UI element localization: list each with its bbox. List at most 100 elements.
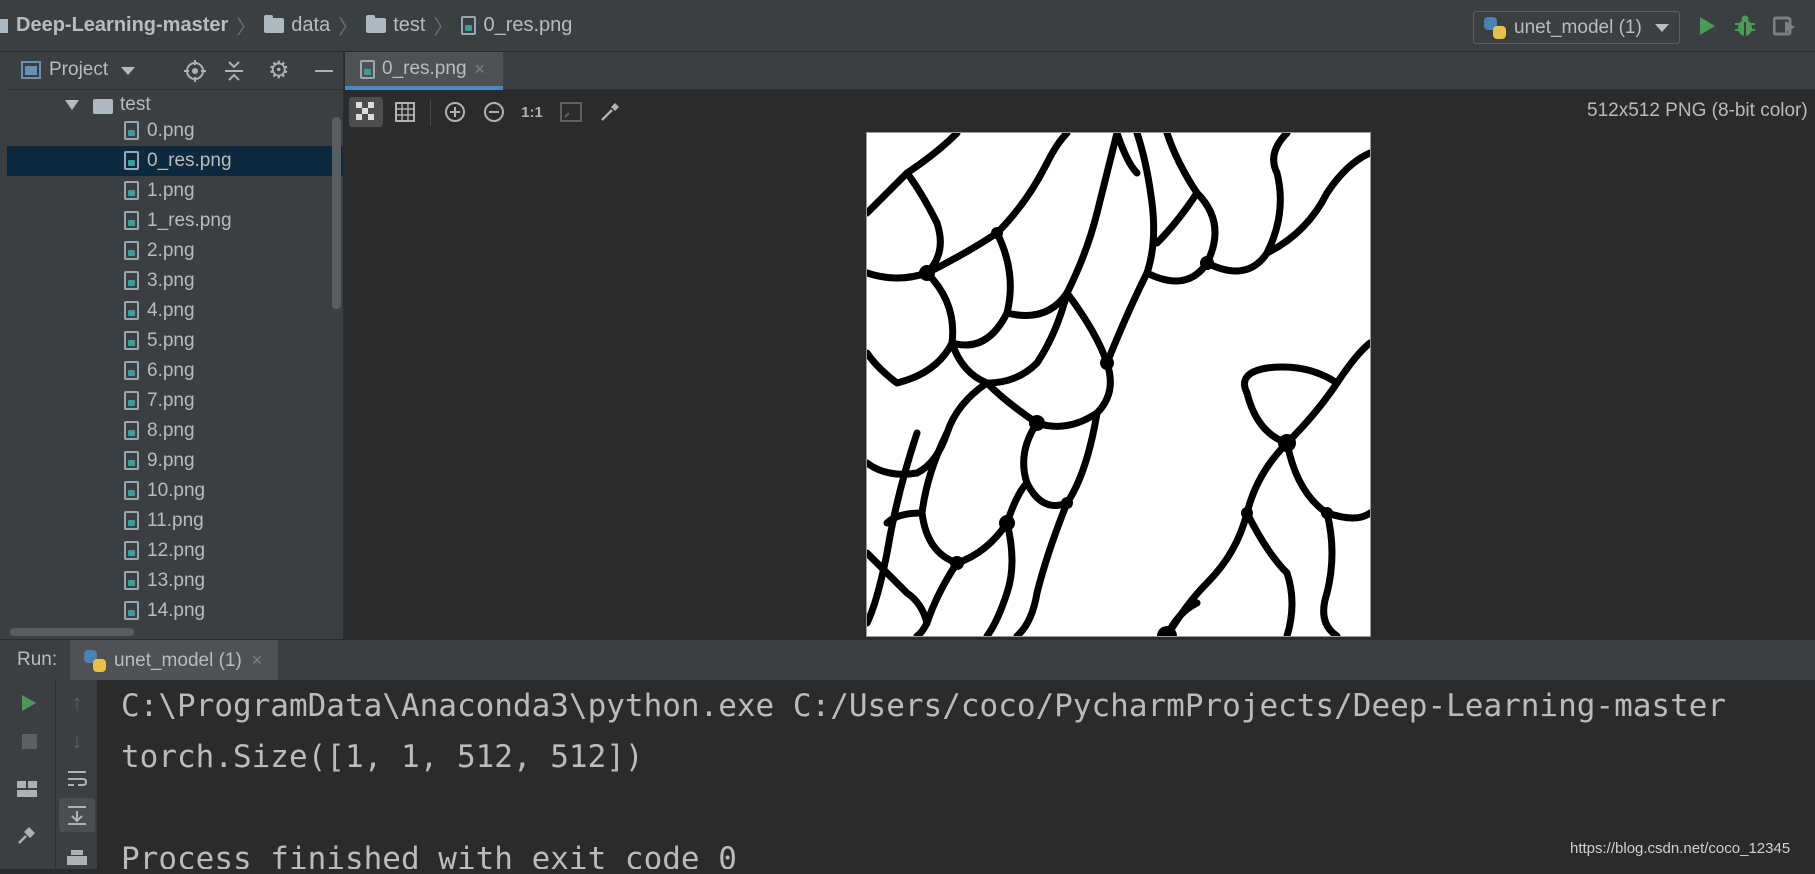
run-tab-unet-model[interactable]: unet_model (1) × — [70, 640, 278, 681]
pin-icon — [18, 827, 35, 844]
image-file-icon — [124, 301, 139, 320]
locate-icon[interactable] — [184, 60, 206, 82]
tree-file-label: 7.png — [147, 390, 195, 411]
actual-size-button[interactable]: 1:1 — [515, 97, 549, 127]
tree-file-item[interactable]: 9.png — [7, 446, 343, 476]
image-file-icon — [124, 511, 139, 530]
grid-toggle[interactable] — [388, 97, 422, 127]
tree-file-label: 2.png — [147, 240, 195, 261]
image-file-icon — [124, 421, 139, 440]
tree-file-item[interactable]: 0.png — [7, 116, 343, 146]
gear-icon[interactable]: ⚙ — [268, 56, 290, 85]
run-console[interactable]: C:\ProgramData\Anaconda3\python.exe C:/U… — [97, 680, 1815, 869]
tree-file-label: 1.png — [147, 180, 195, 201]
soft-wrap-button[interactable] — [62, 764, 92, 794]
up-arrow-icon[interactable]: ↑ — [62, 688, 92, 718]
tab-label: 0_res.png — [382, 58, 467, 79]
run-configuration-select[interactable]: unet_model (1) — [1473, 11, 1680, 44]
minimize-icon[interactable] — [315, 70, 333, 72]
tree-file-item[interactable]: 5.png — [7, 326, 343, 356]
python-icon — [84, 649, 106, 672]
tree-file-label: 9.png — [147, 450, 195, 471]
run-button[interactable] — [1700, 17, 1715, 35]
watermark: https://blog.csdn.net/coco_12345 — [1570, 840, 1791, 857]
expand-arrow-icon[interactable] — [65, 100, 79, 110]
project-tree-hscrollbar[interactable] — [10, 628, 134, 636]
debug-button[interactable] — [1733, 14, 1757, 43]
tree-file-item[interactable]: 1_res.png — [7, 206, 343, 236]
tree-file-label: 6.png — [147, 360, 195, 381]
breadcrumb-test[interactable]: test — [393, 14, 425, 37]
tree-file-item[interactable]: 14.png — [7, 596, 343, 626]
scroll-to-end-button[interactable] — [59, 798, 95, 832]
tree-file-label: 0.png — [147, 120, 195, 141]
breadcrumb-data[interactable]: data — [291, 14, 330, 37]
tree-file-item[interactable]: 10.png — [7, 476, 343, 506]
down-arrow-icon[interactable]: ↓ — [62, 726, 92, 756]
tree-file-label: 13.png — [147, 570, 206, 591]
collapse-icon[interactable] — [223, 60, 245, 82]
breadcrumb-separator: 〉 — [236, 17, 257, 39]
zoom-out-button[interactable] — [477, 97, 511, 127]
breadcrumb-file[interactable]: 0_res.png — [483, 14, 572, 37]
image-file-icon — [124, 211, 139, 230]
image-file-icon — [124, 601, 139, 620]
layout-button[interactable] — [12, 774, 42, 804]
segmentation-mask-image — [863, 129, 1374, 646]
image-file-icon — [124, 121, 139, 140]
tree-file-label: 12.png — [147, 540, 206, 561]
tree-file-label: 5.png — [147, 330, 195, 351]
run-icon — [22, 695, 36, 711]
tree-file-item[interactable]: 0_res.png — [7, 146, 343, 176]
tree-folder-label: test — [120, 94, 151, 115]
tree-file-label: 14.png — [147, 600, 206, 621]
run-configuration-label: unet_model (1) — [1514, 16, 1642, 38]
tree-file-item[interactable]: 6.png — [7, 356, 343, 386]
print-button[interactable] — [62, 844, 92, 874]
run-with-coverage-button[interactable] — [1772, 15, 1797, 42]
coverage-icon — [1772, 16, 1795, 36]
tree-file-item[interactable]: 8.png — [7, 416, 343, 446]
close-icon[interactable]: × — [252, 650, 263, 671]
stop-icon — [21, 733, 37, 749]
zoom-in-button[interactable] — [438, 97, 472, 127]
rerun-button[interactable] — [14, 688, 44, 718]
tree-file-item[interactable]: 4.png — [7, 296, 343, 326]
tree-file-item[interactable]: 3.png — [7, 266, 343, 296]
stop-button[interactable] — [14, 726, 44, 756]
project-view-select[interactable]: Project — [49, 59, 108, 81]
run-icon — [1700, 17, 1715, 35]
image-file-icon — [124, 541, 139, 560]
chessboard-icon — [356, 102, 374, 120]
image-file-icon — [124, 331, 139, 350]
tree-file-item[interactable]: 11.png — [7, 506, 343, 536]
tree-file-item[interactable]: 12.png — [7, 536, 343, 566]
tree-file-item[interactable]: 2.png — [7, 236, 343, 266]
pin-button[interactable] — [12, 820, 42, 850]
left-tool-strip — [0, 52, 7, 639]
tree-file-item[interactable]: 1.png — [7, 176, 343, 206]
color-picker-button[interactable] — [593, 97, 627, 127]
image-file-icon — [124, 361, 139, 380]
chevron-down-icon — [1655, 24, 1669, 32]
tree-file-item[interactable]: 13.png — [7, 566, 343, 596]
project-tree-scrollbar[interactable] — [332, 117, 341, 309]
project-panel-header: Project ⚙ — [7, 52, 343, 90]
close-icon[interactable]: × — [475, 59, 486, 80]
chevron-down-icon[interactable] — [121, 67, 135, 75]
debug-icon — [1735, 15, 1755, 36]
tree-file-label: 3.png — [147, 270, 195, 291]
tree-file-item[interactable]: 7.png — [7, 386, 343, 416]
image-file-icon — [124, 481, 139, 500]
tree-file-label: 1_res.png — [147, 210, 232, 231]
breadcrumb-separator: 〉 — [433, 17, 454, 39]
tab-0-res-png[interactable]: 0_res.png × — [345, 52, 503, 90]
color-picker-icon — [601, 103, 619, 121]
tree-file-label: 11.png — [147, 510, 204, 531]
console-line: C:\ProgramData\Anaconda3\python.exe C:/U… — [121, 688, 1727, 724]
editor-tab-bar: 0_res.png × — [345, 52, 1815, 90]
fit-zoom-button[interactable] — [554, 97, 588, 127]
run-panel-label: Run: — [17, 649, 58, 670]
chessboard-toggle[interactable] — [349, 97, 383, 127]
breadcrumb-project[interactable]: Deep-Learning-master — [16, 14, 228, 37]
